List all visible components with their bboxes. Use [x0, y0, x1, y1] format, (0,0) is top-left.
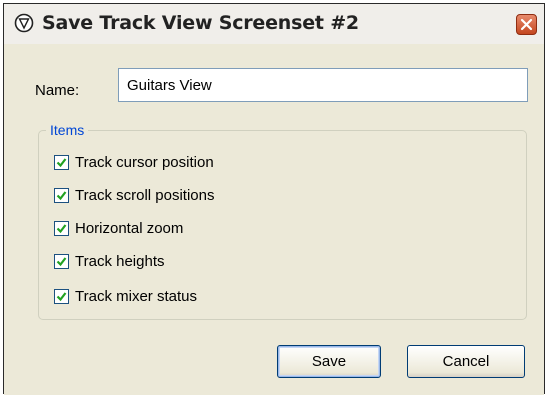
checkmark-icon: [56, 291, 67, 301]
checkbox[interactable]: [54, 220, 69, 236]
checkbox-label: Track cursor position: [75, 153, 214, 171]
name-label: Name:: [35, 82, 80, 99]
checkmark-icon: [56, 157, 67, 167]
checkbox-track-heights[interactable]: Track heights: [54, 251, 164, 271]
checkbox[interactable]: [54, 253, 69, 269]
checkbox-horizontal-zoom[interactable]: Horizontal zoom: [54, 218, 183, 238]
close-icon: [520, 18, 533, 31]
checkbox[interactable]: [54, 187, 69, 203]
name-field[interactable]: [118, 68, 528, 102]
checkbox-label: Track mixer status: [75, 287, 197, 305]
checkbox-label: Track heights: [75, 252, 165, 270]
title-bar[interactable]: Save Track View Screenset #2: [4, 4, 544, 45]
checkbox-label: Track scroll positions: [75, 186, 215, 204]
checkmark-icon: [56, 256, 67, 266]
checkbox[interactable]: [54, 154, 69, 170]
checkbox-label: Horizontal zoom: [75, 219, 184, 237]
checkbox[interactable]: [54, 288, 69, 304]
items-legend: Items: [46, 122, 89, 138]
reaper-logo-icon: [14, 13, 34, 33]
save-screenset-dialog: Save Track View Screenset #2 Name: Items…: [3, 3, 545, 395]
close-button[interactable]: [516, 14, 537, 35]
cancel-button[interactable]: Cancel: [407, 345, 525, 378]
dialog-body: Name: Items Track cursor position Track …: [4, 44, 544, 395]
dialog-title: Save Track View Screenset #2: [42, 12, 359, 34]
save-button[interactable]: Save: [277, 345, 381, 378]
checkmark-icon: [56, 223, 67, 233]
checkbox-track-cursor-position[interactable]: Track cursor position: [54, 152, 214, 172]
checkmark-icon: [56, 190, 67, 200]
checkbox-track-scroll-positions[interactable]: Track scroll positions: [54, 185, 214, 205]
checkbox-track-mixer-status[interactable]: Track mixer status: [54, 286, 197, 306]
